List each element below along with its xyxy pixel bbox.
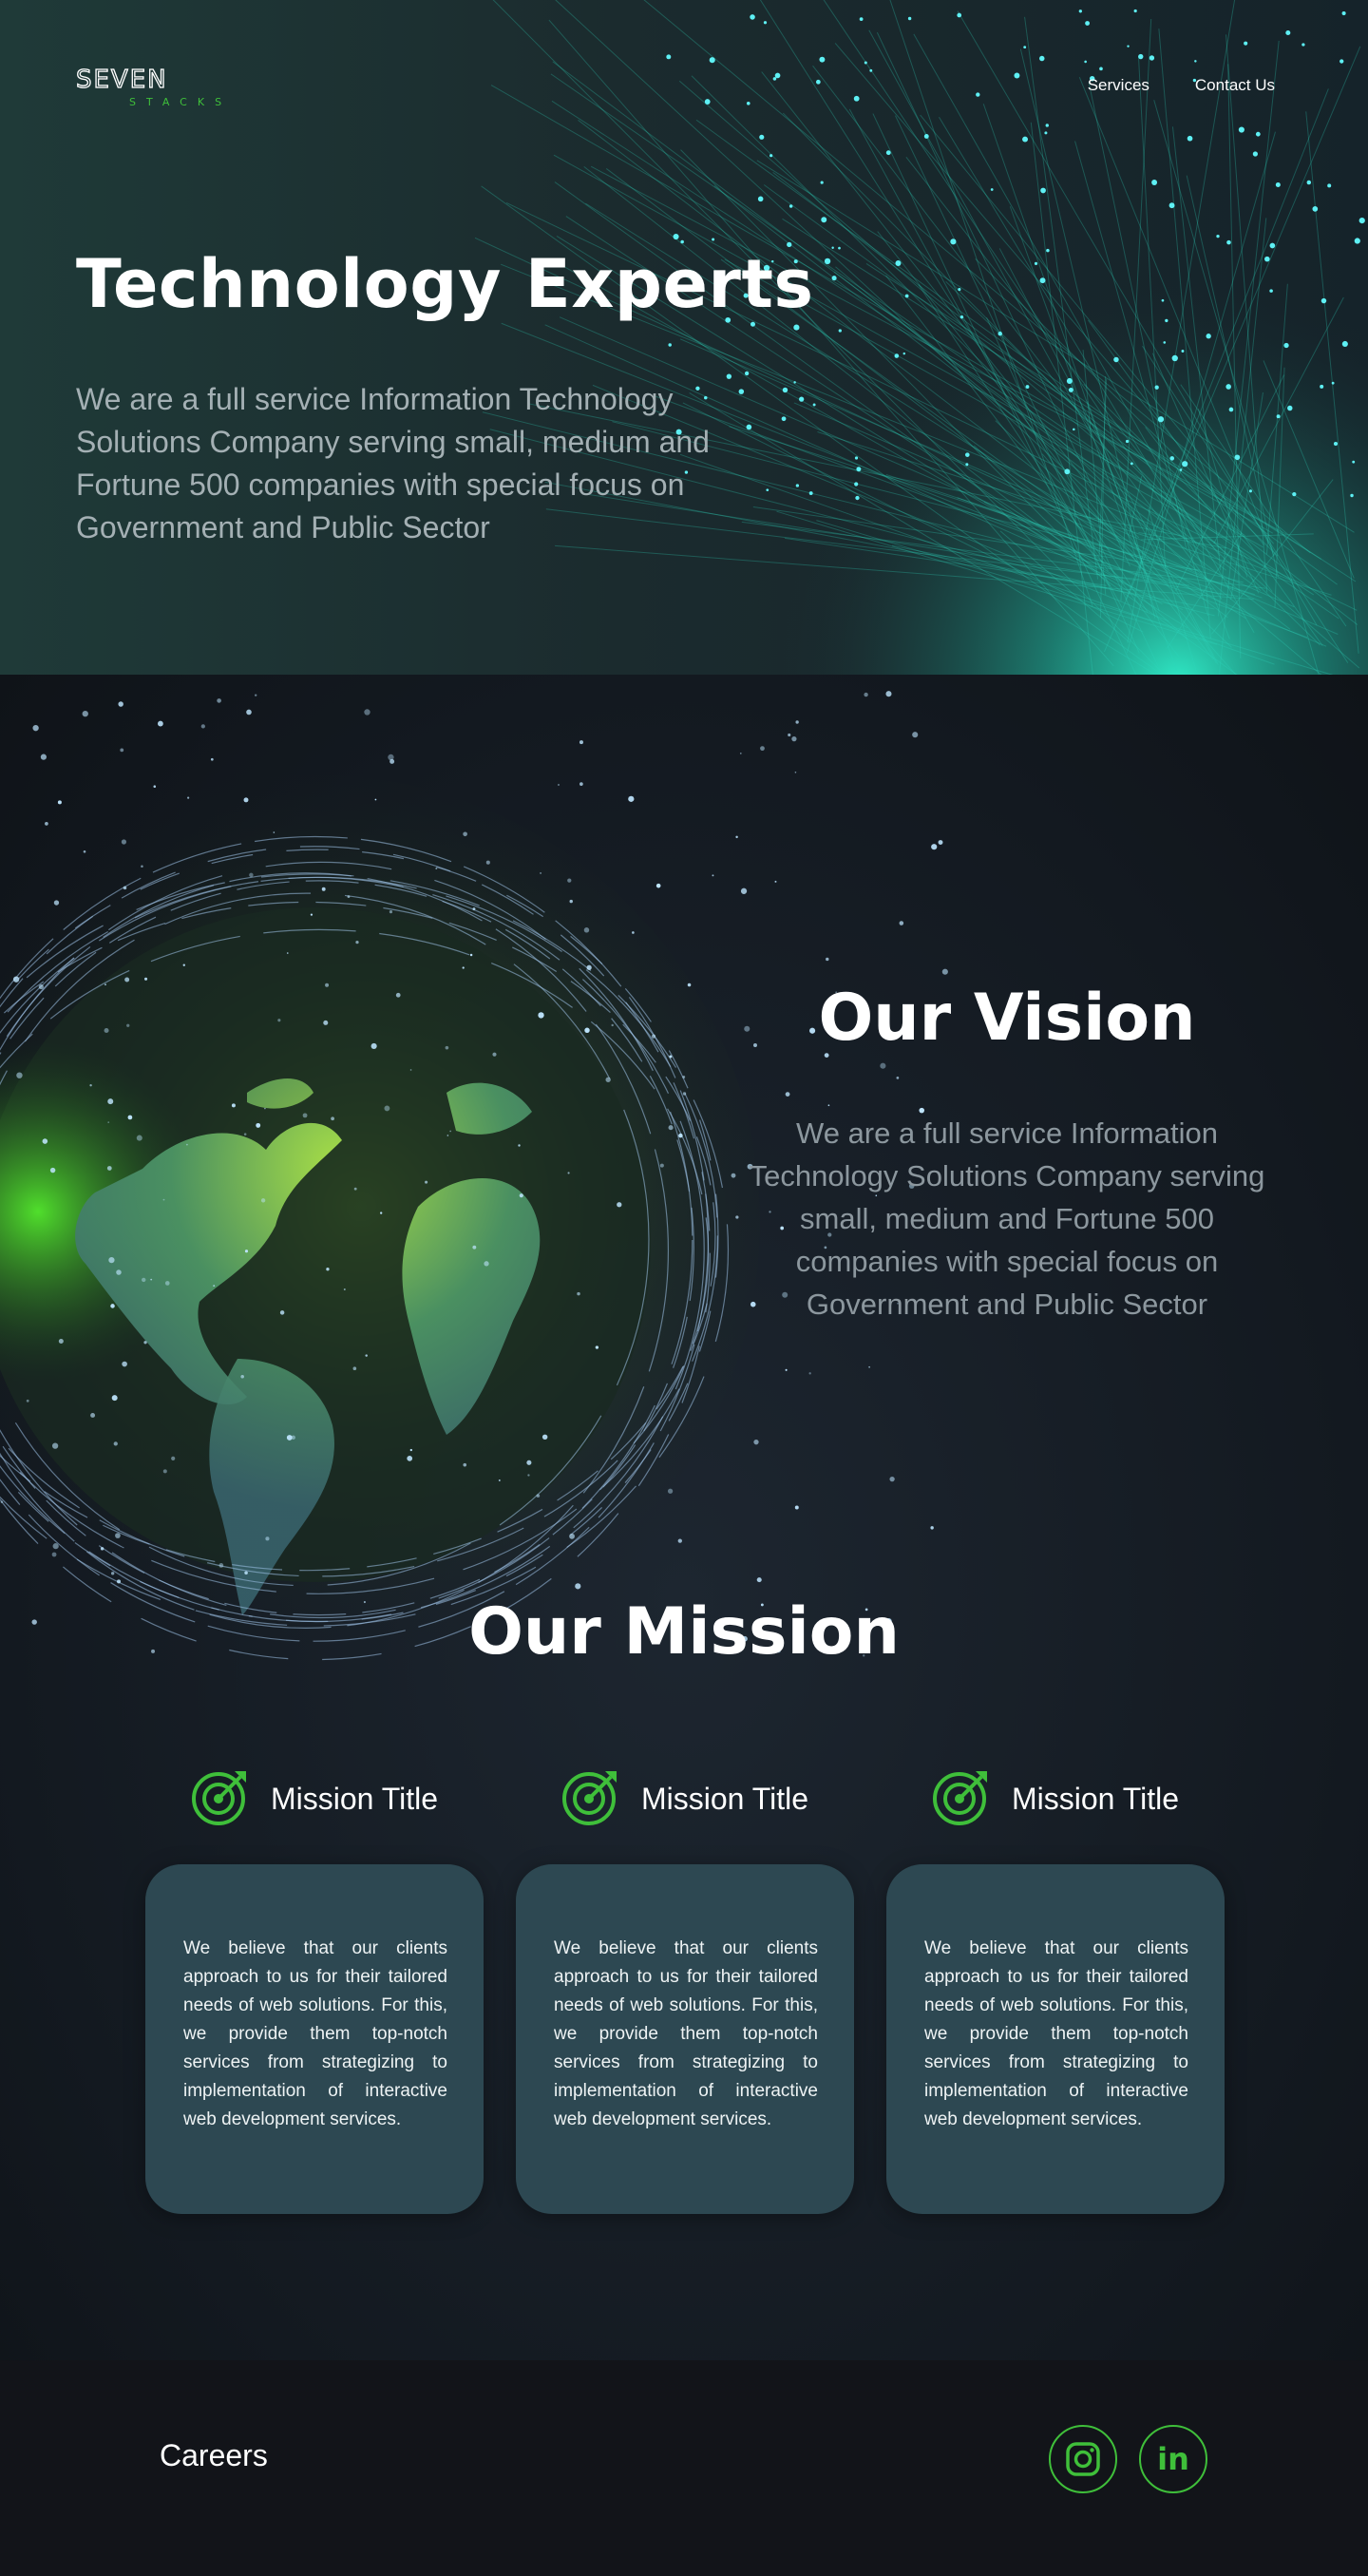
- mission-card: We believe that our clients approach to …: [516, 1864, 854, 2214]
- mission-item: Mission Title We believe that our client…: [145, 1767, 484, 2214]
- linkedin-icon: in: [1157, 2441, 1189, 2477]
- instagram-button[interactable]: [1049, 2425, 1117, 2493]
- target-icon: [932, 1767, 991, 1831]
- nav-services[interactable]: Services: [1088, 76, 1150, 95]
- hero-section: SEVEN STACKS Services Contact Us Technol…: [0, 0, 1368, 675]
- mission-card-text: We believe that our clients approach to …: [924, 1938, 1188, 2129]
- top-nav: Services Contact Us: [1088, 76, 1275, 95]
- seven-stacks-logo[interactable]: SEVEN STACKS: [76, 65, 256, 110]
- vision-mission-section: Our Vision We are a full service Informa…: [0, 675, 1368, 2360]
- hero-title: Technology Experts: [76, 245, 814, 323]
- svg-text:SEVEN: SEVEN: [76, 66, 168, 94]
- footer: Careers in: [0, 2360, 1368, 2576]
- hero-description: We are a full service Information Techno…: [76, 382, 710, 544]
- mission-card-text: We believe that our clients approach to …: [183, 1938, 447, 2129]
- target-icon: [561, 1767, 620, 1831]
- mission-item: Mission Title We believe that our client…: [886, 1767, 1225, 2214]
- mission-card-text: We believe that our clients approach to …: [554, 1938, 818, 2129]
- nav-contact-us[interactable]: Contact Us: [1195, 76, 1275, 95]
- mission-grid: Mission Title We believe that our client…: [145, 1767, 1225, 2214]
- mission-header: Mission Title: [516, 1767, 854, 1830]
- mission-card: We believe that our clients approach to …: [886, 1864, 1225, 2214]
- vision-description: We are a full service Information Techno…: [749, 1116, 1265, 1321]
- mission-card: We believe that our clients approach to …: [145, 1864, 484, 2214]
- mission-header: Mission Title: [886, 1767, 1225, 1830]
- mission-header: Mission Title: [145, 1767, 484, 1830]
- svg-text:STACKS: STACKS: [129, 96, 232, 108]
- target-icon: [191, 1767, 250, 1831]
- mission-item: Mission Title We believe that our client…: [516, 1767, 854, 2214]
- mission-item-title: Mission Title: [270, 1781, 439, 1816]
- mission-item-title: Mission Title: [1011, 1781, 1180, 1816]
- careers-link[interactable]: Careers: [160, 2438, 268, 2473]
- mission-title: Our Mission: [468, 1594, 900, 1670]
- mission-item-title: Mission Title: [640, 1781, 809, 1816]
- instagram-icon: [1066, 2442, 1100, 2476]
- linkedin-button[interactable]: in: [1139, 2425, 1207, 2493]
- vision-title: Our Vision: [818, 981, 1196, 1056]
